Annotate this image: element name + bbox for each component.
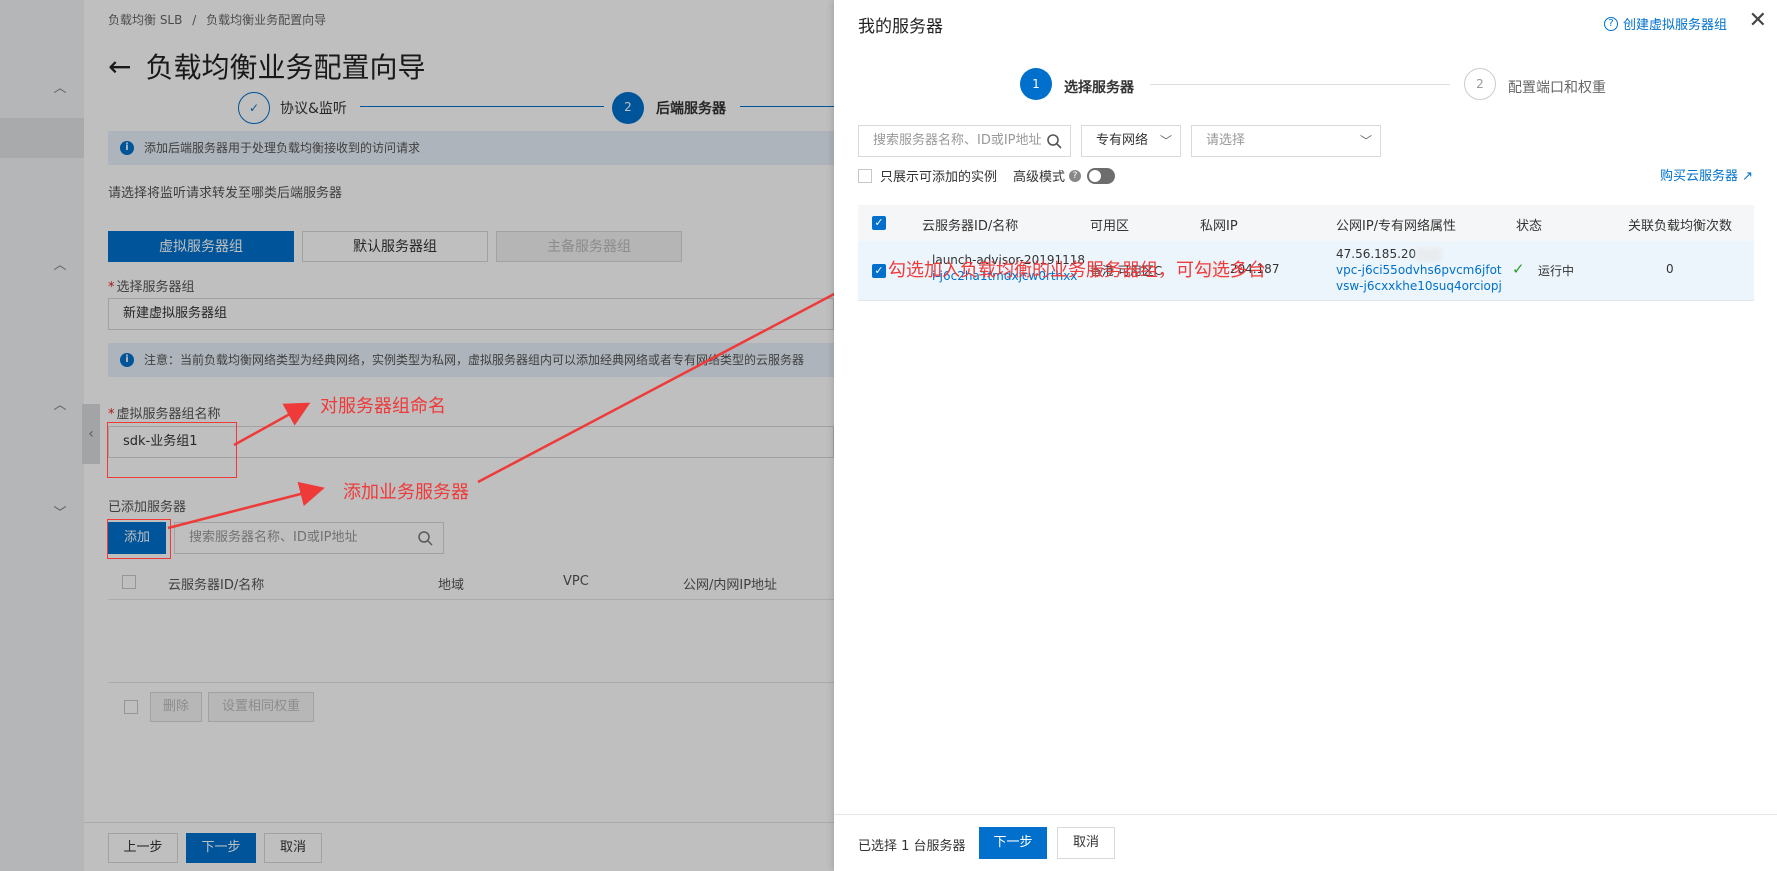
col-status: 状态 (1516, 219, 1543, 234)
step-number-2: 2 (1464, 68, 1496, 100)
help-icon[interactable]: ? (1069, 169, 1082, 182)
chevron-down-icon: ﹀ (1159, 134, 1172, 148)
row-checkbox[interactable]: ✓ (872, 264, 886, 278)
server-table-header: ✓ 云服务器ID/名称 可用区 私网IP 公网IP/专有网络属性 状态 关联负载… (858, 205, 1754, 241)
step-label-select-server: 选择服务器 (1064, 80, 1134, 96)
select-all-checkbox[interactable]: ✓ (872, 216, 886, 230)
vpc-select[interactable]: 请选择 ﹀ (1191, 125, 1381, 157)
annotation-select-servers: 勾选加入负载均衡的业务服务器组，可勾选多台 (888, 260, 1266, 281)
my-servers-drawer: 我的服务器 ? 创建虚拟服务器组 ✕ 1 选择服务器 2 配置端口和权重 搜索服… (834, 0, 1777, 871)
advanced-mode-label: 高级模式 (1013, 170, 1066, 185)
col-private-ip: 私网IP (1200, 219, 1238, 234)
step-label-config-port: 配置端口和权重 (1508, 80, 1606, 96)
col-lb-count: 关联负载均衡次数 (1628, 219, 1733, 234)
redacted-mask (1416, 247, 1443, 262)
annotation-name-group: 对服务器组命名 (320, 396, 446, 417)
col-public-ip: 公网IP/专有网络属性 (1336, 219, 1457, 234)
chevron-down-icon: ﹀ (1359, 134, 1372, 148)
selected-count: 已选择 1 台服务器 (858, 839, 966, 854)
running-check-icon: ✓ (1512, 260, 1525, 278)
advanced-mode-toggle[interactable] (1087, 167, 1116, 184)
vswitch-link[interactable]: vsw-j6cxxkhe10suq4orciopj (1336, 279, 1502, 293)
network-type-select[interactable]: 专有网络 ﹀ (1081, 125, 1181, 157)
annotation-box-group-name (107, 422, 237, 478)
help-icon: ? (1603, 16, 1618, 31)
drawer-title: 我的服务器 (858, 17, 943, 37)
vpc-link[interactable]: vpc-j6ci55odvhs6pvcm6jfot (1336, 263, 1502, 277)
col-server-id: 云服务器ID/名称 (922, 219, 1019, 234)
col-zone: 可用区 (1090, 219, 1130, 234)
annotation-add-server: 添加业务服务器 (343, 482, 469, 503)
drawer-cancel-button[interactable]: 取消 (1057, 827, 1115, 859)
only-addable-checkbox[interactable] (858, 168, 872, 183)
public-ip: 47.56.185.20 (1336, 247, 1443, 262)
buy-ecs-link[interactable]: 购买云服务器 ↗ (1660, 165, 1753, 184)
drawer-filters: 只展示可添加的实例 高级模式 ? (858, 166, 1116, 185)
status-text: 运行中 (1538, 264, 1575, 278)
drawer-steps: 1 选择服务器 2 配置端口和权重 (1020, 68, 1640, 102)
drawer-next-button[interactable]: 下一步 (979, 827, 1047, 859)
external-link-icon: ↗ (1742, 169, 1753, 184)
lb-count: 0 (1666, 262, 1674, 276)
step-connector (1150, 84, 1450, 85)
annotation-box-add-button (107, 519, 171, 559)
create-virtual-group-link[interactable]: ? 创建虚拟服务器组 (1603, 14, 1727, 33)
drawer-search-input[interactable]: 搜索服务器名称、ID或IP地址 (858, 125, 1071, 157)
only-addable-label: 只展示可添加的实例 (880, 170, 998, 185)
drawer-footer: 已选择 1 台服务器 下一步 取消 (834, 814, 1777, 871)
search-icon[interactable] (1046, 133, 1062, 149)
close-icon[interactable]: ✕ (1749, 8, 1767, 33)
step-number-1: 1 (1020, 68, 1052, 100)
